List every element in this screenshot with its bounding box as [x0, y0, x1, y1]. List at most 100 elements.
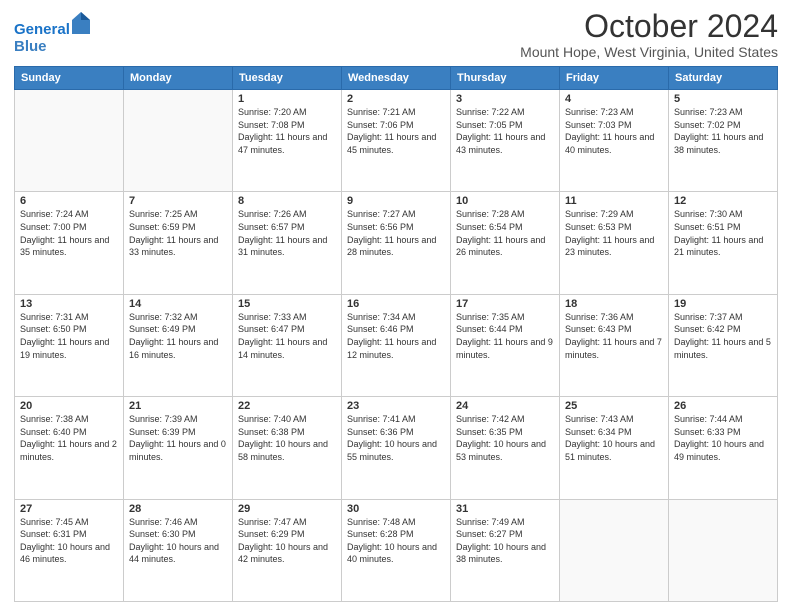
day-cell: 17Sunrise: 7:35 AM Sunset: 6:44 PM Dayli…	[451, 294, 560, 396]
day-info: Sunrise: 7:45 AM Sunset: 6:31 PM Dayligh…	[20, 516, 118, 566]
day-info: Sunrise: 7:38 AM Sunset: 6:40 PM Dayligh…	[20, 413, 118, 463]
day-cell: 24Sunrise: 7:42 AM Sunset: 6:35 PM Dayli…	[451, 397, 560, 499]
day-cell: 7Sunrise: 7:25 AM Sunset: 6:59 PM Daylig…	[124, 192, 233, 294]
day-cell: 12Sunrise: 7:30 AM Sunset: 6:51 PM Dayli…	[669, 192, 778, 294]
day-info: Sunrise: 7:29 AM Sunset: 6:53 PM Dayligh…	[565, 208, 663, 258]
day-number: 10	[456, 195, 554, 207]
day-info: Sunrise: 7:24 AM Sunset: 7:00 PM Dayligh…	[20, 208, 118, 258]
day-cell: 18Sunrise: 7:36 AM Sunset: 6:43 PM Dayli…	[560, 294, 669, 396]
day-info: Sunrise: 7:23 AM Sunset: 7:03 PM Dayligh…	[565, 106, 663, 156]
week-row-4: 20Sunrise: 7:38 AM Sunset: 6:40 PM Dayli…	[15, 397, 778, 499]
day-number: 15	[238, 298, 336, 310]
day-info: Sunrise: 7:49 AM Sunset: 6:27 PM Dayligh…	[456, 516, 554, 566]
calendar-title: October 2024	[520, 10, 778, 42]
col-header-saturday: Saturday	[669, 67, 778, 90]
day-number: 14	[129, 298, 227, 310]
day-cell: 29Sunrise: 7:47 AM Sunset: 6:29 PM Dayli…	[233, 499, 342, 601]
day-number: 29	[238, 503, 336, 515]
day-number: 26	[674, 400, 772, 412]
day-cell: 16Sunrise: 7:34 AM Sunset: 6:46 PM Dayli…	[342, 294, 451, 396]
calendar-header-row: SundayMondayTuesdayWednesdayThursdayFrid…	[15, 67, 778, 90]
day-cell: 2Sunrise: 7:21 AM Sunset: 7:06 PM Daylig…	[342, 90, 451, 192]
day-info: Sunrise: 7:42 AM Sunset: 6:35 PM Dayligh…	[456, 413, 554, 463]
logo-general: General	[14, 21, 70, 38]
day-info: Sunrise: 7:39 AM Sunset: 6:39 PM Dayligh…	[129, 413, 227, 463]
day-cell: 19Sunrise: 7:37 AM Sunset: 6:42 PM Dayli…	[669, 294, 778, 396]
day-cell: 14Sunrise: 7:32 AM Sunset: 6:49 PM Dayli…	[124, 294, 233, 396]
day-cell: 22Sunrise: 7:40 AM Sunset: 6:38 PM Dayli…	[233, 397, 342, 499]
day-cell: 20Sunrise: 7:38 AM Sunset: 6:40 PM Dayli…	[15, 397, 124, 499]
day-number: 5	[674, 93, 772, 105]
week-row-1: 1Sunrise: 7:20 AM Sunset: 7:08 PM Daylig…	[15, 90, 778, 192]
day-cell	[124, 90, 233, 192]
day-number: 7	[129, 195, 227, 207]
day-cell: 3Sunrise: 7:22 AM Sunset: 7:05 PM Daylig…	[451, 90, 560, 192]
day-number: 27	[20, 503, 118, 515]
day-cell: 5Sunrise: 7:23 AM Sunset: 7:02 PM Daylig…	[669, 90, 778, 192]
day-cell	[669, 499, 778, 601]
day-info: Sunrise: 7:32 AM Sunset: 6:49 PM Dayligh…	[129, 311, 227, 361]
day-info: Sunrise: 7:33 AM Sunset: 6:47 PM Dayligh…	[238, 311, 336, 361]
day-info: Sunrise: 7:44 AM Sunset: 6:33 PM Dayligh…	[674, 413, 772, 463]
day-cell: 11Sunrise: 7:29 AM Sunset: 6:53 PM Dayli…	[560, 192, 669, 294]
day-cell: 30Sunrise: 7:48 AM Sunset: 6:28 PM Dayli…	[342, 499, 451, 601]
day-info: Sunrise: 7:31 AM Sunset: 6:50 PM Dayligh…	[20, 311, 118, 361]
day-info: Sunrise: 7:22 AM Sunset: 7:05 PM Dayligh…	[456, 106, 554, 156]
day-info: Sunrise: 7:40 AM Sunset: 6:38 PM Dayligh…	[238, 413, 336, 463]
day-cell: 31Sunrise: 7:49 AM Sunset: 6:27 PM Dayli…	[451, 499, 560, 601]
day-number: 8	[238, 195, 336, 207]
day-cell: 13Sunrise: 7:31 AM Sunset: 6:50 PM Dayli…	[15, 294, 124, 396]
day-cell: 23Sunrise: 7:41 AM Sunset: 6:36 PM Dayli…	[342, 397, 451, 499]
day-cell: 15Sunrise: 7:33 AM Sunset: 6:47 PM Dayli…	[233, 294, 342, 396]
day-number: 12	[674, 195, 772, 207]
week-row-3: 13Sunrise: 7:31 AM Sunset: 6:50 PM Dayli…	[15, 294, 778, 396]
day-cell: 4Sunrise: 7:23 AM Sunset: 7:03 PM Daylig…	[560, 90, 669, 192]
day-info: Sunrise: 7:36 AM Sunset: 6:43 PM Dayligh…	[565, 311, 663, 361]
calendar-subtitle: Mount Hope, West Virginia, United States	[520, 44, 778, 60]
day-number: 17	[456, 298, 554, 310]
day-info: Sunrise: 7:23 AM Sunset: 7:02 PM Dayligh…	[674, 106, 772, 156]
day-info: Sunrise: 7:37 AM Sunset: 6:42 PM Dayligh…	[674, 311, 772, 361]
day-number: 18	[565, 298, 663, 310]
title-block: October 2024 Mount Hope, West Virginia, …	[520, 10, 778, 60]
col-header-wednesday: Wednesday	[342, 67, 451, 90]
day-cell: 26Sunrise: 7:44 AM Sunset: 6:33 PM Dayli…	[669, 397, 778, 499]
day-info: Sunrise: 7:41 AM Sunset: 6:36 PM Dayligh…	[347, 413, 445, 463]
day-number: 4	[565, 93, 663, 105]
day-number: 23	[347, 400, 445, 412]
col-header-thursday: Thursday	[451, 67, 560, 90]
logo: GeneralBlue	[14, 14, 90, 55]
day-cell: 21Sunrise: 7:39 AM Sunset: 6:39 PM Dayli…	[124, 397, 233, 499]
day-number: 2	[347, 93, 445, 105]
day-cell: 25Sunrise: 7:43 AM Sunset: 6:34 PM Dayli…	[560, 397, 669, 499]
logo-text: GeneralBlue	[14, 14, 90, 55]
day-number: 28	[129, 503, 227, 515]
day-number: 3	[456, 93, 554, 105]
day-info: Sunrise: 7:35 AM Sunset: 6:44 PM Dayligh…	[456, 311, 554, 361]
day-number: 31	[456, 503, 554, 515]
day-number: 30	[347, 503, 445, 515]
day-number: 20	[20, 400, 118, 412]
day-number: 24	[456, 400, 554, 412]
day-info: Sunrise: 7:20 AM Sunset: 7:08 PM Dayligh…	[238, 106, 336, 156]
day-info: Sunrise: 7:26 AM Sunset: 6:57 PM Dayligh…	[238, 208, 336, 258]
day-number: 25	[565, 400, 663, 412]
logo-icon	[72, 12, 90, 34]
week-row-2: 6Sunrise: 7:24 AM Sunset: 7:00 PM Daylig…	[15, 192, 778, 294]
day-info: Sunrise: 7:28 AM Sunset: 6:54 PM Dayligh…	[456, 208, 554, 258]
col-header-monday: Monday	[124, 67, 233, 90]
day-cell: 10Sunrise: 7:28 AM Sunset: 6:54 PM Dayli…	[451, 192, 560, 294]
day-number: 22	[238, 400, 336, 412]
day-cell	[15, 90, 124, 192]
day-number: 1	[238, 93, 336, 105]
day-cell: 8Sunrise: 7:26 AM Sunset: 6:57 PM Daylig…	[233, 192, 342, 294]
week-row-5: 27Sunrise: 7:45 AM Sunset: 6:31 PM Dayli…	[15, 499, 778, 601]
page: GeneralBlue October 2024 Mount Hope, Wes…	[0, 0, 792, 612]
day-info: Sunrise: 7:47 AM Sunset: 6:29 PM Dayligh…	[238, 516, 336, 566]
day-info: Sunrise: 7:48 AM Sunset: 6:28 PM Dayligh…	[347, 516, 445, 566]
col-header-sunday: Sunday	[15, 67, 124, 90]
day-number: 13	[20, 298, 118, 310]
day-number: 6	[20, 195, 118, 207]
day-info: Sunrise: 7:34 AM Sunset: 6:46 PM Dayligh…	[347, 311, 445, 361]
day-cell: 27Sunrise: 7:45 AM Sunset: 6:31 PM Dayli…	[15, 499, 124, 601]
